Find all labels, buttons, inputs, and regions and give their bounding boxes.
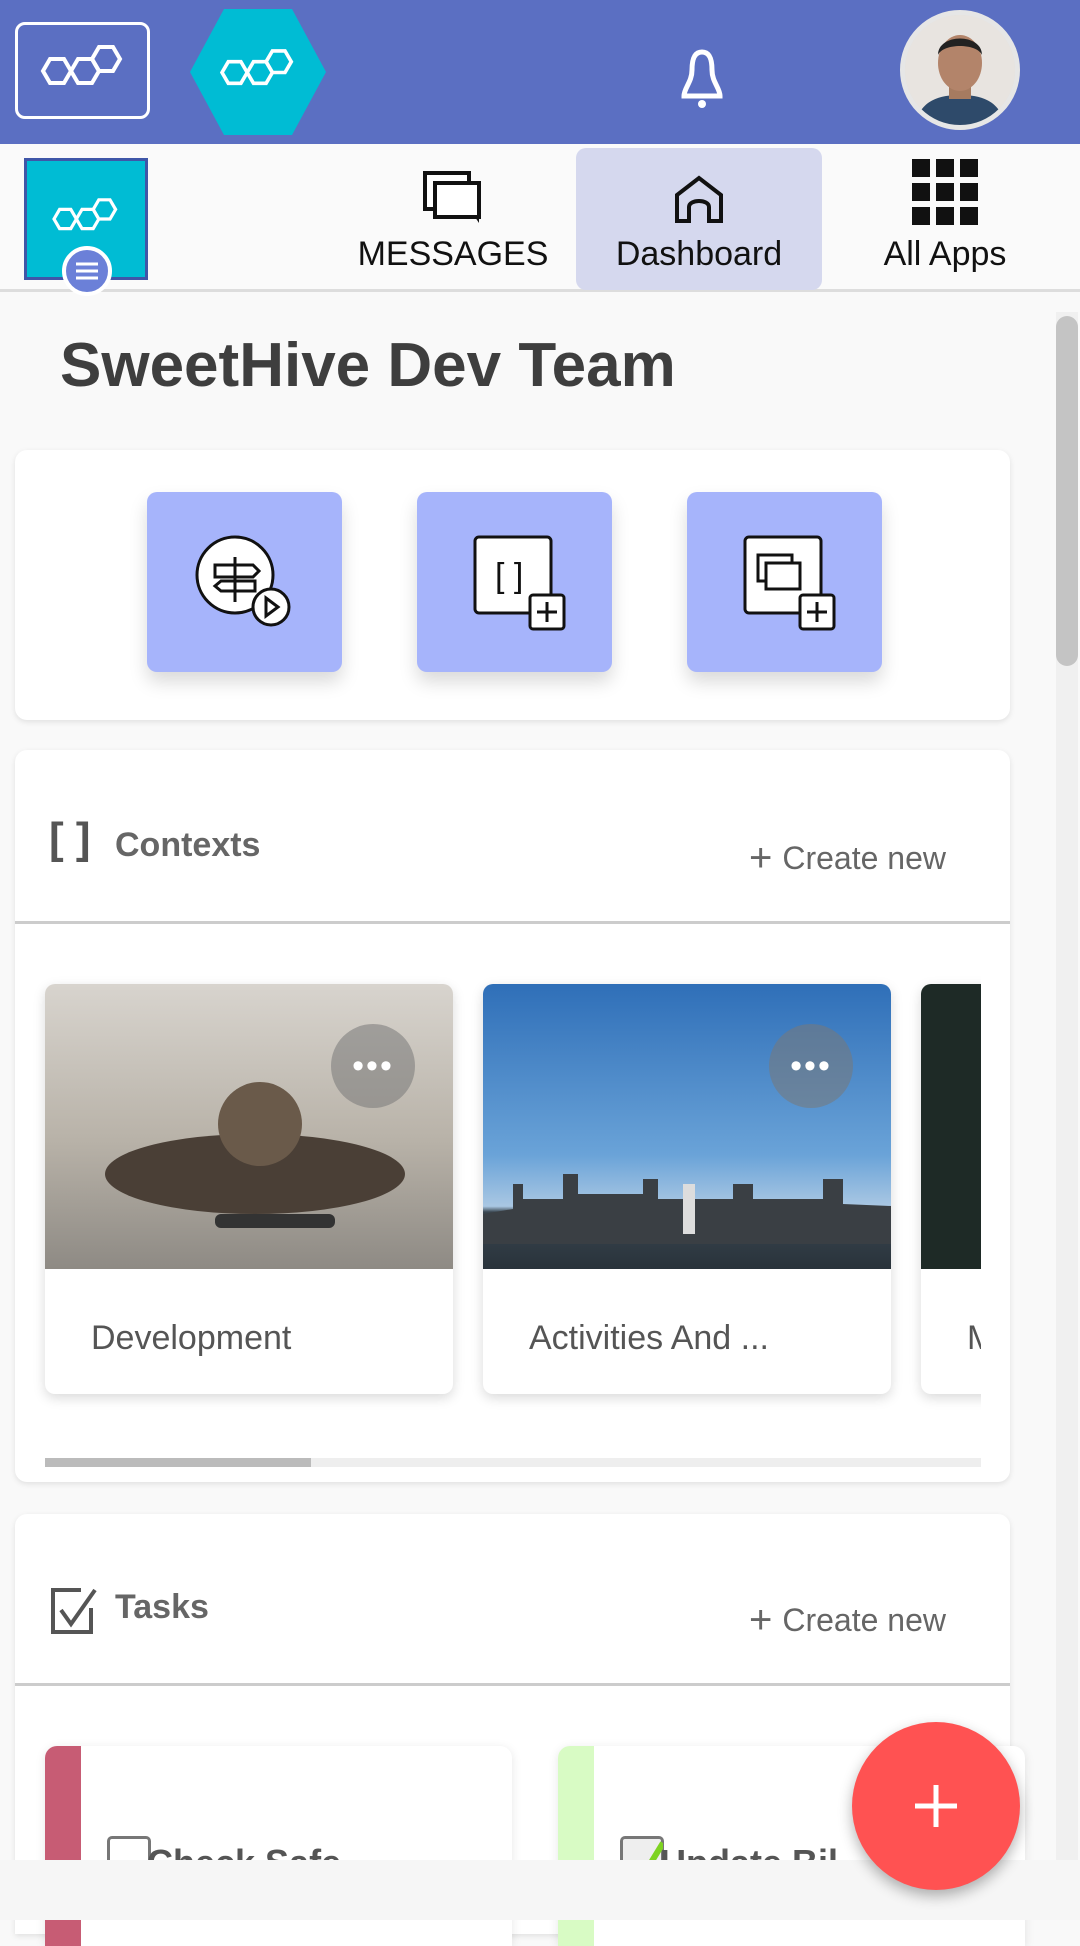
- avatar[interactable]: [900, 10, 1020, 130]
- nav-messages[interactable]: MESSAGES: [355, 148, 551, 290]
- start-process-button[interactable]: [147, 492, 342, 672]
- hive-logo-icon: [40, 44, 122, 85]
- nav-dashboard[interactable]: Dashboard: [576, 148, 822, 290]
- new-context-icon: [ ]: [473, 535, 565, 631]
- page-scrollbar[interactable]: [1056, 312, 1078, 1860]
- messages-icon: [423, 171, 481, 223]
- nav-bar: MESSAGES Dashboard All Apps: [0, 144, 1080, 296]
- scrollbar-thumb[interactable]: [1056, 316, 1078, 666]
- hive-logo-icon: [219, 48, 294, 85]
- new-context-button[interactable]: [ ]: [417, 492, 612, 672]
- quick-actions-card: [ ]: [15, 450, 1010, 720]
- page-title: SweetHive Dev Team: [60, 331, 676, 400]
- context-label: M: [967, 1319, 981, 1358]
- menu-icon: [76, 262, 98, 280]
- context-image: [921, 984, 981, 1269]
- more-options-button[interactable]: •••: [769, 1024, 853, 1108]
- hive-logo-icon: [52, 198, 118, 231]
- app-logo[interactable]: [15, 22, 150, 119]
- new-conversation-icon: [743, 535, 835, 631]
- create-label: Create new: [782, 1602, 946, 1638]
- context-image: •••: [45, 984, 453, 1269]
- svg-text:[ ]: [ ]: [495, 557, 523, 595]
- nav-label: MESSAGES: [357, 235, 549, 273]
- create-task-button[interactable]: + Create new: [749, 1598, 946, 1643]
- context-card-partial[interactable]: M: [921, 984, 981, 1394]
- context-label: Development: [91, 1319, 292, 1357]
- nav-label: Dashboard: [615, 235, 783, 273]
- start-process-icon: [195, 535, 290, 627]
- plus-icon: [915, 1785, 957, 1827]
- menu-button[interactable]: [62, 246, 112, 296]
- home-icon: [675, 175, 723, 223]
- grid-icon: [912, 159, 978, 225]
- contexts-card: [ ] Contexts + Create new ••• Development…: [15, 750, 1010, 1482]
- nav-label: All Apps: [883, 235, 1007, 273]
- new-conversation-button[interactable]: [687, 492, 882, 672]
- tasks-header: Tasks + Create new: [15, 1514, 1010, 1686]
- nav-all-apps[interactable]: All Apps: [845, 148, 1045, 290]
- more-options-button[interactable]: •••: [331, 1024, 415, 1108]
- contexts-scrollbar[interactable]: [45, 1458, 981, 1467]
- plus-icon: +: [749, 1598, 773, 1642]
- checkbox-checked-icon: [51, 1588, 97, 1634]
- hive-hex-logo[interactable]: [190, 9, 326, 135]
- context-label: Activities And ...: [529, 1319, 769, 1357]
- tasks-title: Tasks: [115, 1588, 209, 1626]
- context-card-activities[interactable]: ••• Activities And ...: [483, 984, 891, 1394]
- context-card-development[interactable]: ••• Development: [45, 984, 453, 1394]
- bell-icon[interactable]: [672, 48, 732, 115]
- context-image: •••: [483, 984, 891, 1269]
- top-bar: [0, 0, 1080, 144]
- add-button[interactable]: [852, 1722, 1020, 1890]
- scrollbar-thumb[interactable]: [45, 1458, 311, 1467]
